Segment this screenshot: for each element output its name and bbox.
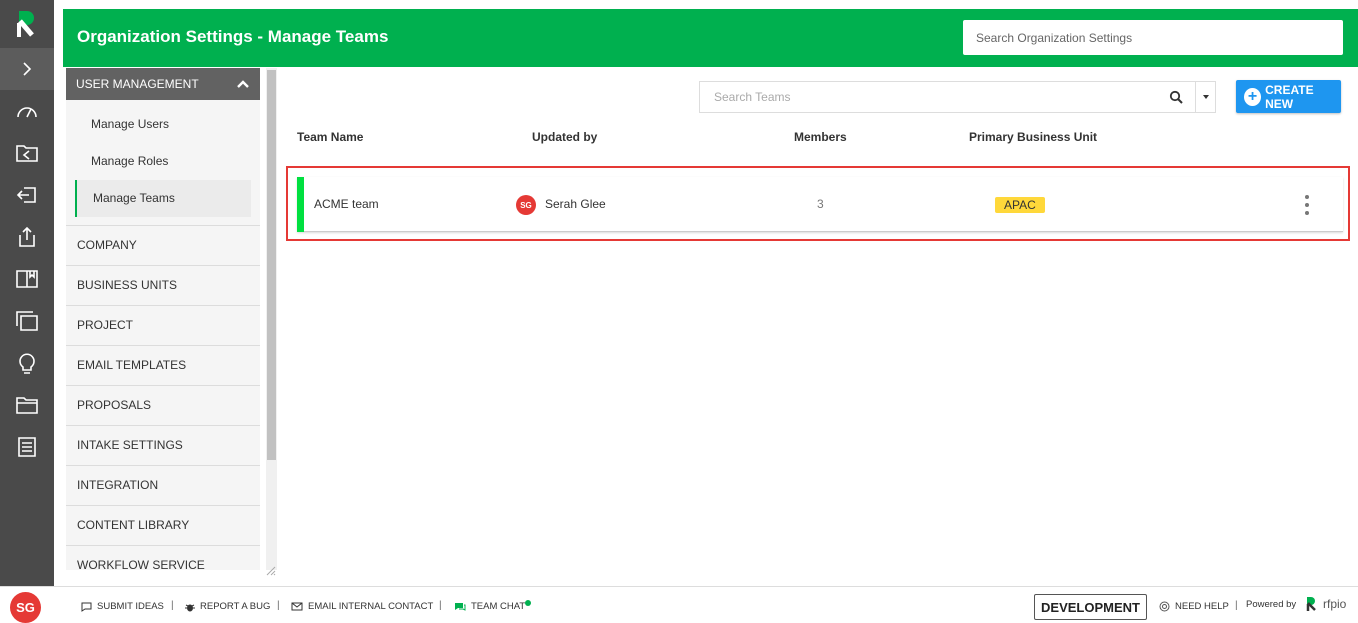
need-help-label: NEED HELP [1175, 601, 1229, 612]
lifebuoy-icon [1159, 601, 1170, 612]
resize-grip-icon[interactable] [266, 566, 278, 578]
table-row[interactable]: ACME team SG Serah Glee 3 APAC [297, 177, 1343, 232]
app-rail [0, 0, 54, 586]
section-user-management[interactable]: USER MANAGEMENT [66, 68, 260, 100]
sidebar-item-company[interactable]: COMPANY [66, 226, 260, 266]
member-count: 3 [817, 197, 824, 211]
rfpio-logo-icon[interactable] [0, 0, 54, 48]
sidebar-item-workflow-service[interactable]: WORKFLOW SERVICE [66, 546, 260, 570]
caret-down-icon [1202, 95, 1209, 99]
footer-separator: | [277, 600, 280, 611]
lightbulb-icon[interactable] [0, 342, 54, 384]
report-bug-link[interactable]: REPORT A BUG [185, 601, 270, 612]
dashboard-icon[interactable] [0, 90, 54, 132]
sidebar-item-manage-roles[interactable]: Manage Roles [66, 143, 260, 180]
row-status-bar [297, 177, 304, 232]
team-chat-link[interactable]: TEAM CHAT [454, 601, 525, 612]
sidebar-item-manage-users[interactable]: Manage Users [66, 106, 260, 143]
folder-icon[interactable] [0, 384, 54, 426]
plus-icon: + [1244, 87, 1262, 106]
search-button[interactable] [1156, 81, 1196, 113]
column-header-updated-by[interactable]: Updated by [532, 130, 597, 144]
create-new-label: CREATE NEW [1265, 82, 1314, 111]
chevron-up-icon[interactable] [236, 79, 250, 89]
sidebar-item-business-units[interactable]: BUSINESS UNITS [66, 266, 260, 306]
sidebar-item-content-library[interactable]: CONTENT LIBRARY [66, 506, 260, 546]
sidebar-item-intake-settings[interactable]: INTAKE SETTINGS [66, 426, 260, 466]
book-icon[interactable] [0, 258, 54, 300]
report-bug-label: REPORT A BUG [200, 601, 271, 612]
environment-badge: DEVELOPMENT [1034, 594, 1147, 620]
footer-bar: SG SUBMIT IDEAS | REPORT A BUG | EMAIL I… [0, 586, 1358, 623]
rfpio-brand-label: rfpio [1323, 597, 1347, 611]
import-icon[interactable] [0, 132, 54, 174]
search-options-dropdown[interactable] [1196, 81, 1216, 113]
bug-icon [185, 604, 195, 611]
exit-icon[interactable] [0, 174, 54, 216]
submit-ideas-link[interactable]: SUBMIT IDEAS [81, 601, 164, 612]
submit-ideas-label: SUBMIT IDEAS [97, 601, 164, 612]
org-settings-search-input[interactable] [963, 20, 1343, 55]
column-header-members[interactable]: Members [794, 130, 847, 144]
updated-by: Serah Glee [545, 197, 606, 211]
powered-by: Powered by [1246, 599, 1296, 610]
search-teams-input[interactable] [699, 81, 1157, 113]
sidebar-item-proposals[interactable]: PROPOSALS [66, 386, 260, 426]
upload-icon[interactable] [0, 216, 54, 258]
section-title: USER MANAGEMENT [76, 77, 199, 91]
chat-icon [455, 602, 466, 611]
rfpio-logo-icon [1306, 597, 1316, 611]
column-header-team-name[interactable]: Team Name [297, 130, 363, 144]
footer-separator: | [439, 600, 442, 611]
footer-separator: | [1235, 600, 1238, 611]
search-icon [1169, 90, 1183, 104]
create-new-button[interactable]: + CREATE NEW [1236, 80, 1341, 113]
email-internal-contact-link[interactable]: EMAIL INTERNAL CONTACT [291, 601, 433, 612]
page-title: Organization Settings - Manage Teams [77, 27, 389, 46]
layers-icon[interactable] [0, 300, 54, 342]
rfpio-brand[interactable]: rfpio [1306, 596, 1346, 612]
sidebar-scrollbar-thumb[interactable] [267, 70, 276, 460]
team-chat-label: TEAM CHAT [471, 601, 526, 612]
page-header: Organization Settings - Manage Teams [63, 9, 1358, 67]
user-management-submenu: Manage Users Manage Roles Manage Teams [66, 100, 260, 226]
list-icon[interactable] [0, 426, 54, 468]
online-status-dot [525, 600, 531, 606]
sidebar-item-manage-teams[interactable]: Manage Teams [75, 180, 251, 217]
sidebar-item-project[interactable]: PROJECT [66, 306, 260, 346]
sidebar-item-email-templates[interactable]: EMAIL TEMPLATES [66, 346, 260, 386]
mail-icon [291, 602, 303, 611]
user-avatar[interactable]: SG [10, 592, 41, 623]
avatar: SG [516, 195, 536, 215]
comment-icon [81, 602, 92, 612]
settings-sidebar: USER MANAGEMENT Manage Users Manage Role… [66, 68, 260, 570]
more-options-icon[interactable] [1303, 195, 1311, 215]
team-name[interactable]: ACME team [314, 197, 379, 211]
need-help-link[interactable]: NEED HELP [1159, 601, 1229, 612]
email-internal-contact-label: EMAIL INTERNAL CONTACT [308, 601, 434, 612]
powered-by-label: Powered by [1246, 599, 1297, 610]
footer-separator: | [171, 600, 174, 611]
business-unit-badge: APAC [995, 197, 1045, 213]
chevron-right-icon[interactable] [0, 48, 54, 90]
sidebar-item-integration[interactable]: INTEGRATION [66, 466, 260, 506]
column-header-primary-business-unit[interactable]: Primary Business Unit [969, 130, 1097, 144]
